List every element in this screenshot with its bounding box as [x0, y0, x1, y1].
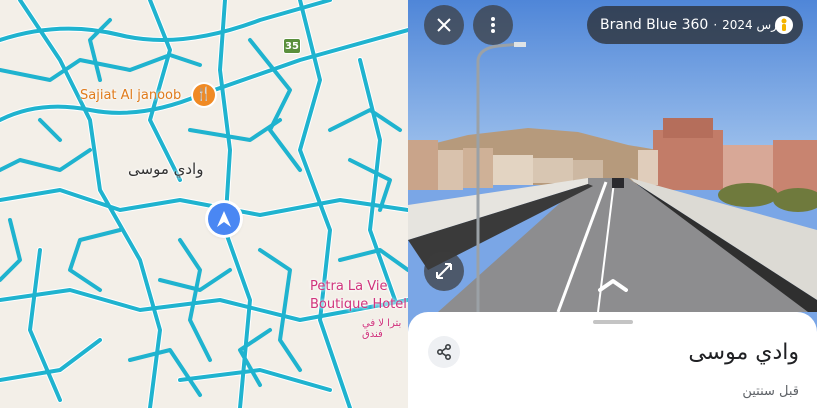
hotel-label[interactable]: Petra La Vie Boutique Hotel: [310, 278, 407, 314]
route-number: 35: [285, 41, 299, 52]
route-shield: 35: [283, 38, 301, 54]
chevron-up-icon[interactable]: [598, 278, 628, 292]
navigation-arrow-icon: [217, 211, 231, 227]
hotel-name-line1: Petra La Vie: [310, 279, 388, 294]
poi-label[interactable]: Sajiat Al janoob: [80, 88, 181, 103]
hotel-name-line2: Boutique Hotel: [310, 297, 407, 312]
place-title: وادي موسى: [688, 340, 799, 365]
close-button[interactable]: [424, 5, 464, 45]
close-icon: [437, 18, 451, 32]
road-network: [0, 0, 408, 408]
drag-handle[interactable]: [593, 320, 633, 324]
pegman-icon: [775, 16, 793, 34]
more-options-button[interactable]: [473, 5, 513, 45]
imagery-author: Brand Blue 360: [600, 17, 709, 33]
expand-icon: [436, 263, 452, 279]
street-view-image: [408, 0, 817, 312]
share-button[interactable]: [428, 336, 460, 368]
place-subtitle: قبل سنتين: [742, 384, 799, 399]
map-view[interactable]: 35 Sajiat Al janoob 🍴 وادي موسى Petra La…: [0, 0, 408, 408]
expand-button[interactable]: [424, 251, 464, 291]
imagery-title-pill[interactable]: Brand Blue 360 · مارس 2024: [587, 6, 803, 44]
current-location-marker: [208, 203, 240, 235]
restaurant-icon[interactable]: 🍴: [193, 84, 215, 106]
title-separator: ·: [713, 18, 718, 32]
more-vert-icon: [491, 17, 495, 33]
place-bottom-sheet[interactable]: وادي موسى قبل سنتين: [408, 312, 817, 408]
hotel-name-arabic: بترا لا في فندق: [362, 318, 402, 340]
place-label: وادي موسى: [128, 160, 204, 178]
share-icon: [436, 344, 451, 360]
